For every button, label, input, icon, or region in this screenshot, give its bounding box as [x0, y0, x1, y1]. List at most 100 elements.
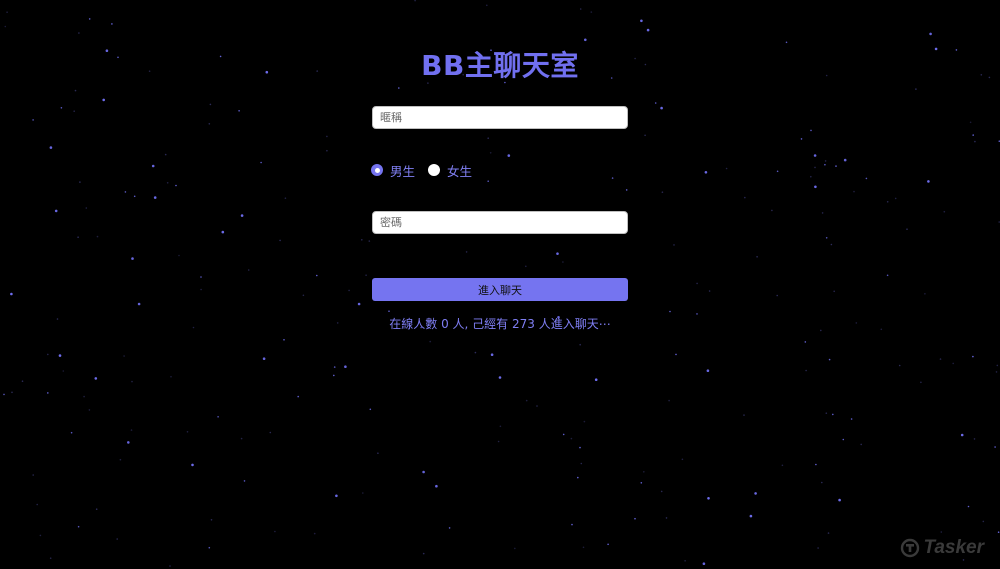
star [62, 370, 65, 372]
star [704, 171, 708, 174]
star [279, 239, 281, 242]
star [943, 210, 946, 213]
star [835, 165, 837, 167]
star [915, 88, 917, 90]
star [842, 438, 845, 441]
star [725, 167, 728, 170]
star [771, 209, 773, 212]
star [939, 358, 942, 360]
star [11, 391, 13, 394]
star [654, 102, 657, 104]
star [830, 243, 833, 246]
star [625, 189, 628, 191]
star [200, 288, 202, 291]
star [240, 437, 243, 440]
star [465, 251, 468, 253]
star [210, 519, 213, 521]
star [74, 89, 77, 92]
star [487, 137, 490, 139]
star [661, 191, 664, 193]
star [824, 160, 827, 162]
star [497, 440, 500, 443]
star [886, 201, 889, 203]
star [828, 358, 831, 361]
star [361, 239, 363, 241]
star [814, 185, 817, 189]
star [344, 365, 347, 369]
star [333, 366, 336, 368]
enter-chat-button[interactable]: 進入聊天 [372, 278, 628, 301]
star [169, 565, 171, 567]
star [920, 381, 922, 384]
star [365, 274, 367, 277]
star [94, 377, 98, 380]
star [60, 107, 63, 109]
star [274, 530, 276, 533]
star [556, 252, 559, 255]
star [217, 416, 219, 418]
star [10, 292, 13, 296]
star [58, 354, 62, 357]
gender-radio-group: 男生 女生 [371, 161, 472, 179]
star [756, 255, 758, 258]
star [221, 230, 225, 234]
star [208, 546, 211, 549]
star [283, 339, 285, 341]
star [952, 362, 954, 365]
star [474, 351, 477, 354]
star [486, 4, 488, 7]
star [643, 471, 645, 473]
star [776, 170, 779, 173]
star [302, 294, 305, 297]
star [111, 23, 113, 25]
star [805, 369, 807, 372]
gender-option-female[interactable]: 女生 [428, 161, 472, 180]
star [997, 531, 1000, 533]
star [821, 481, 823, 484]
star [333, 374, 335, 377]
star [940, 531, 943, 533]
star [744, 196, 746, 199]
password-input[interactable] [372, 211, 628, 234]
star [536, 405, 538, 407]
star [824, 163, 826, 166]
star [47, 392, 49, 394]
star [982, 520, 985, 523]
star [96, 235, 99, 238]
star [673, 244, 675, 246]
radio-unchecked-icon[interactable] [428, 164, 441, 176]
star [316, 274, 318, 277]
star [562, 261, 564, 263]
star [119, 458, 122, 461]
star [865, 177, 868, 180]
star [240, 214, 244, 217]
nickname-input[interactable] [372, 106, 628, 129]
star [611, 177, 614, 179]
star [83, 395, 85, 398]
star [696, 282, 698, 285]
star [269, 431, 272, 434]
star [660, 490, 663, 493]
star [489, 152, 492, 154]
star [260, 161, 262, 164]
star [77, 525, 80, 528]
star [3, 393, 5, 396]
star [850, 418, 853, 420]
star [368, 240, 371, 242]
star [924, 293, 926, 295]
radio-checked-icon[interactable] [371, 164, 383, 176]
star [974, 140, 976, 143]
star [579, 8, 582, 10]
star [21, 380, 24, 383]
star [116, 538, 118, 540]
star [348, 289, 350, 292]
gender-option-male[interactable]: 男生 [371, 161, 415, 180]
star [507, 154, 511, 157]
star [590, 11, 593, 13]
star [832, 413, 834, 416]
star [800, 138, 803, 140]
starfield-background: BB主聊天室 男生 女生 進入聊天 在線人數 0 人, 己經有 273 人進入聊… [0, 0, 1000, 569]
star [208, 123, 211, 125]
star [200, 276, 202, 278]
star [137, 302, 141, 306]
